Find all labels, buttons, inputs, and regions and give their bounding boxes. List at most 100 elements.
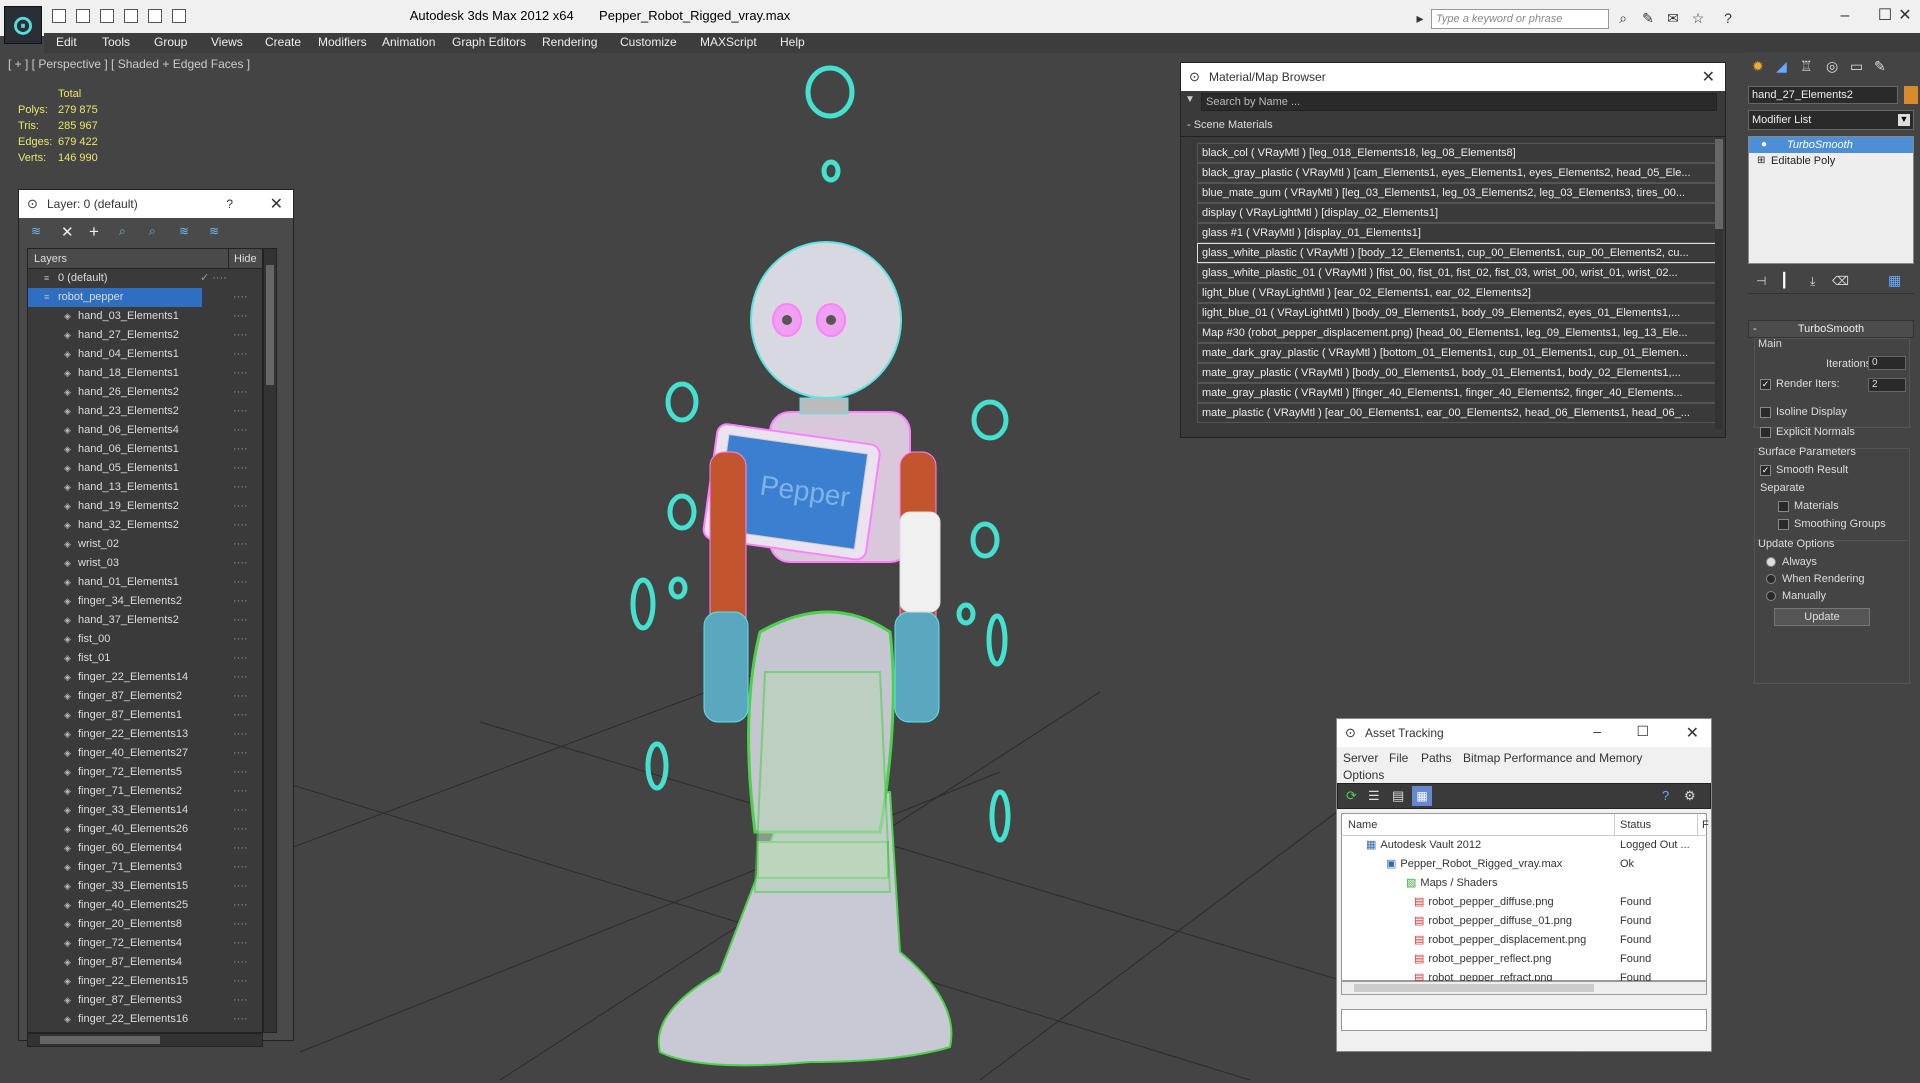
table-view-icon[interactable]: ▦ — [1412, 786, 1432, 806]
hide-toggle[interactable]: ···· — [233, 535, 248, 554]
hide-toggle[interactable]: ···· — [233, 763, 248, 782]
refresh-icon[interactable]: ⟳ — [1346, 788, 1357, 804]
hide-toggle[interactable]: ···· — [233, 839, 248, 858]
browser-options-icon[interactable]: ▼ — [1185, 94, 1195, 105]
asset-maximize-icon[interactable]: ☐ — [1636, 723, 1649, 740]
hide-toggle[interactable]: ···· — [233, 307, 248, 326]
menu-views[interactable]: Views — [211, 35, 243, 49]
layer-row[interactable]: ◈ finger_87_Elements1 ···· — [28, 706, 262, 725]
communication-center-icon[interactable]: ✉ — [1665, 10, 1681, 26]
stack-item-turbosmooth[interactable]: ● TurboSmooth — [1749, 137, 1913, 153]
layer-row[interactable]: ◈ finger_22_Elements15 ···· — [28, 972, 262, 991]
hide-toggle[interactable]: ···· — [233, 364, 248, 383]
layer-row[interactable]: ◈ finger_40_Elements27 ···· — [28, 744, 262, 763]
layer-row[interactable]: ◈ hand_19_Elements2 ···· — [28, 497, 262, 516]
menu-group[interactable]: Group — [154, 35, 187, 49]
create-tab-icon[interactable]: ✹ — [1752, 58, 1764, 75]
asset-help-icon[interactable]: ? — [1662, 788, 1669, 803]
asset-path-field[interactable] — [1341, 1009, 1707, 1031]
asset-menu-bitmap[interactable]: Bitmap Performance and Memory — [1463, 751, 1642, 765]
layer-row[interactable]: ≡ robot_pepper ···· — [28, 288, 248, 307]
layer-row[interactable]: ◈ finger_72_Elements5 ···· — [28, 763, 262, 782]
layer-row[interactable]: ◈ finger_22_Elements16 ···· — [28, 1010, 262, 1029]
layer-row[interactable]: ◈ finger_60_Elements4 ···· — [28, 839, 262, 858]
freeze-all-icon[interactable]: ≋ — [209, 224, 219, 238]
layer-row[interactable]: ◈ hand_13_Elements1 ···· — [28, 478, 262, 497]
menu-help[interactable]: Help — [780, 35, 805, 49]
remove-modifier-icon[interactable]: ⌫ — [1832, 274, 1849, 288]
highlight-layer-icon[interactable]: ⌕ — [149, 224, 156, 239]
asset-row[interactable]: ▤ robot_pepper_diffuse.png Found — [1342, 893, 1706, 912]
show-end-result-icon[interactable]: ┃ — [1780, 272, 1788, 289]
hide-toggle[interactable]: ···· — [233, 459, 248, 478]
layer-row[interactable]: ◈ finger_40_Elements26 ···· — [28, 820, 262, 839]
layer-row[interactable]: ◈ hand_23_Elements2 ···· — [28, 402, 262, 421]
menu-rendering[interactable]: Rendering — [542, 35, 597, 49]
hide-toggle[interactable]: ···· — [233, 991, 248, 1010]
hide-toggle[interactable]: ···· — [233, 326, 248, 345]
menu-graph-editors[interactable]: Graph Editors — [452, 35, 526, 49]
layer-row[interactable]: ◈ finger_87_Elements2 ···· — [28, 687, 262, 706]
hide-toggle[interactable]: ···· — [233, 877, 248, 896]
material-vscroll-thumb[interactable] — [1715, 139, 1723, 229]
motion-tab-icon[interactable]: ◎ — [1826, 58, 1838, 75]
asset-row[interactable]: ▤ robot_pepper_reflect.png Found — [1342, 950, 1706, 969]
smooth-result-checkbox[interactable]: ✓ Smooth Result — [1760, 464, 1848, 476]
add-to-layer-icon[interactable]: + — [89, 222, 99, 242]
menu-maxscript[interactable]: MAXScript — [700, 35, 757, 49]
material-row[interactable]: Map #30 (robot_pepper_displacement.png) … — [1197, 323, 1719, 343]
layer-row[interactable]: ◈ hand_01_Elements1 ···· — [28, 573, 262, 592]
app-logo-icon[interactable]: ⊙ — [4, 6, 42, 44]
menu-animation[interactable]: Animation — [382, 35, 435, 49]
explicit-normals-checkbox[interactable]: Explicit Normals — [1760, 426, 1855, 438]
layer-row[interactable]: ◈ hand_06_Elements4 ···· — [28, 421, 262, 440]
material-row[interactable]: black_col ( VRayMtl ) [leg_018_Elements1… — [1197, 143, 1719, 163]
menu-create[interactable]: Create — [265, 35, 301, 49]
material-row[interactable]: mate_dark_gray_plastic ( VRayMtl ) [bott… — [1197, 343, 1719, 363]
material-row[interactable]: light_blue ( VRayLightMtl ) [ear_02_Elem… — [1197, 283, 1719, 303]
separate-smoothing-groups-checkbox[interactable]: Smoothing Groups — [1778, 518, 1886, 530]
favorites-star-icon[interactable]: ☆ — [1690, 10, 1706, 26]
asset-row[interactable]: ▦ Autodesk Vault 2012 Logged Out ... — [1342, 836, 1706, 855]
update-button[interactable]: Update — [1774, 608, 1870, 626]
material-row[interactable]: glass #1 ( VRayMtl ) [display_01_Element… — [1197, 223, 1719, 243]
hide-toggle[interactable]: ···· — [233, 345, 248, 364]
hide-toggle[interactable]: ···· — [233, 896, 248, 915]
update-manually-radio[interactable]: Manually — [1766, 590, 1826, 602]
layer-list-hscrollbar[interactable] — [27, 1033, 263, 1047]
make-unique-icon[interactable]: ⤓ — [1810, 274, 1815, 289]
layer-row[interactable]: ◈ hand_03_Elements1 ···· — [28, 307, 262, 326]
asset-hscroll-thumb[interactable] — [1354, 984, 1594, 992]
layer-row[interactable]: ◈ wrist_02 ···· — [28, 535, 262, 554]
hide-toggle[interactable]: ···· — [233, 421, 248, 440]
hierarchy-tab-icon[interactable]: ♖ — [1800, 58, 1813, 75]
layer-row[interactable]: ◈ wrist_03 ···· — [28, 554, 262, 573]
layer-row[interactable]: ◈ finger_34_Elements2 ···· — [28, 592, 262, 611]
menu-modifiers[interactable]: Modifiers — [318, 35, 367, 49]
material-row[interactable]: mate_plastic ( VRayMtl ) [ear_00_Element… — [1197, 403, 1719, 423]
material-row[interactable]: mate_gray_plastic ( VRayMtl ) [finger_40… — [1197, 383, 1719, 403]
hide-toggle[interactable]: ···· — [233, 934, 248, 953]
iterations-spinner[interactable]: 0 — [1868, 356, 1906, 370]
material-row[interactable]: light_blue_01 ( VRayLightMtl ) [body_09_… — [1197, 303, 1719, 323]
hide-toggle[interactable]: ···· — [233, 782, 248, 801]
hide-toggle[interactable]: ···· — [233, 801, 248, 820]
layer-row[interactable]: ◈ fist_01 ···· — [28, 649, 262, 668]
help-icon[interactable]: ? — [1720, 10, 1736, 26]
hide-toggle[interactable]: ···· — [233, 478, 248, 497]
material-row[interactable]: mate_gray_plastic ( VRayMtl ) [body_00_E… — [1197, 363, 1719, 383]
hide-toggle[interactable]: ···· — [233, 383, 248, 402]
material-row[interactable]: glass_white_plastic_01 ( VRayMtl ) [fist… — [1197, 263, 1719, 283]
layer-row[interactable]: ◈ finger_71_Elements2 ···· — [28, 782, 262, 801]
hide-toggle[interactable]: ···· — [233, 554, 248, 573]
hide-toggle[interactable]: ···· — [233, 649, 248, 668]
asset-menu-options[interactable]: Options — [1343, 768, 1384, 782]
close-icon[interactable]: ✕ — [1890, 4, 1920, 28]
extra-column-header[interactable]: F — [1697, 814, 1709, 836]
isoline-display-checkbox[interactable]: Isoline Display — [1760, 406, 1847, 418]
asset-menu-server[interactable]: Server — [1343, 751, 1378, 765]
separate-materials-checkbox[interactable]: Materials — [1778, 500, 1839, 512]
material-vscrollbar[interactable] — [1715, 139, 1723, 429]
material-row[interactable]: blue_mate_gum ( VRayMtl ) [leg_03_Elemen… — [1197, 183, 1719, 203]
viewport-label[interactable]: [ + ] [ Perspective ] [ Shaded + Edged F… — [8, 57, 250, 71]
